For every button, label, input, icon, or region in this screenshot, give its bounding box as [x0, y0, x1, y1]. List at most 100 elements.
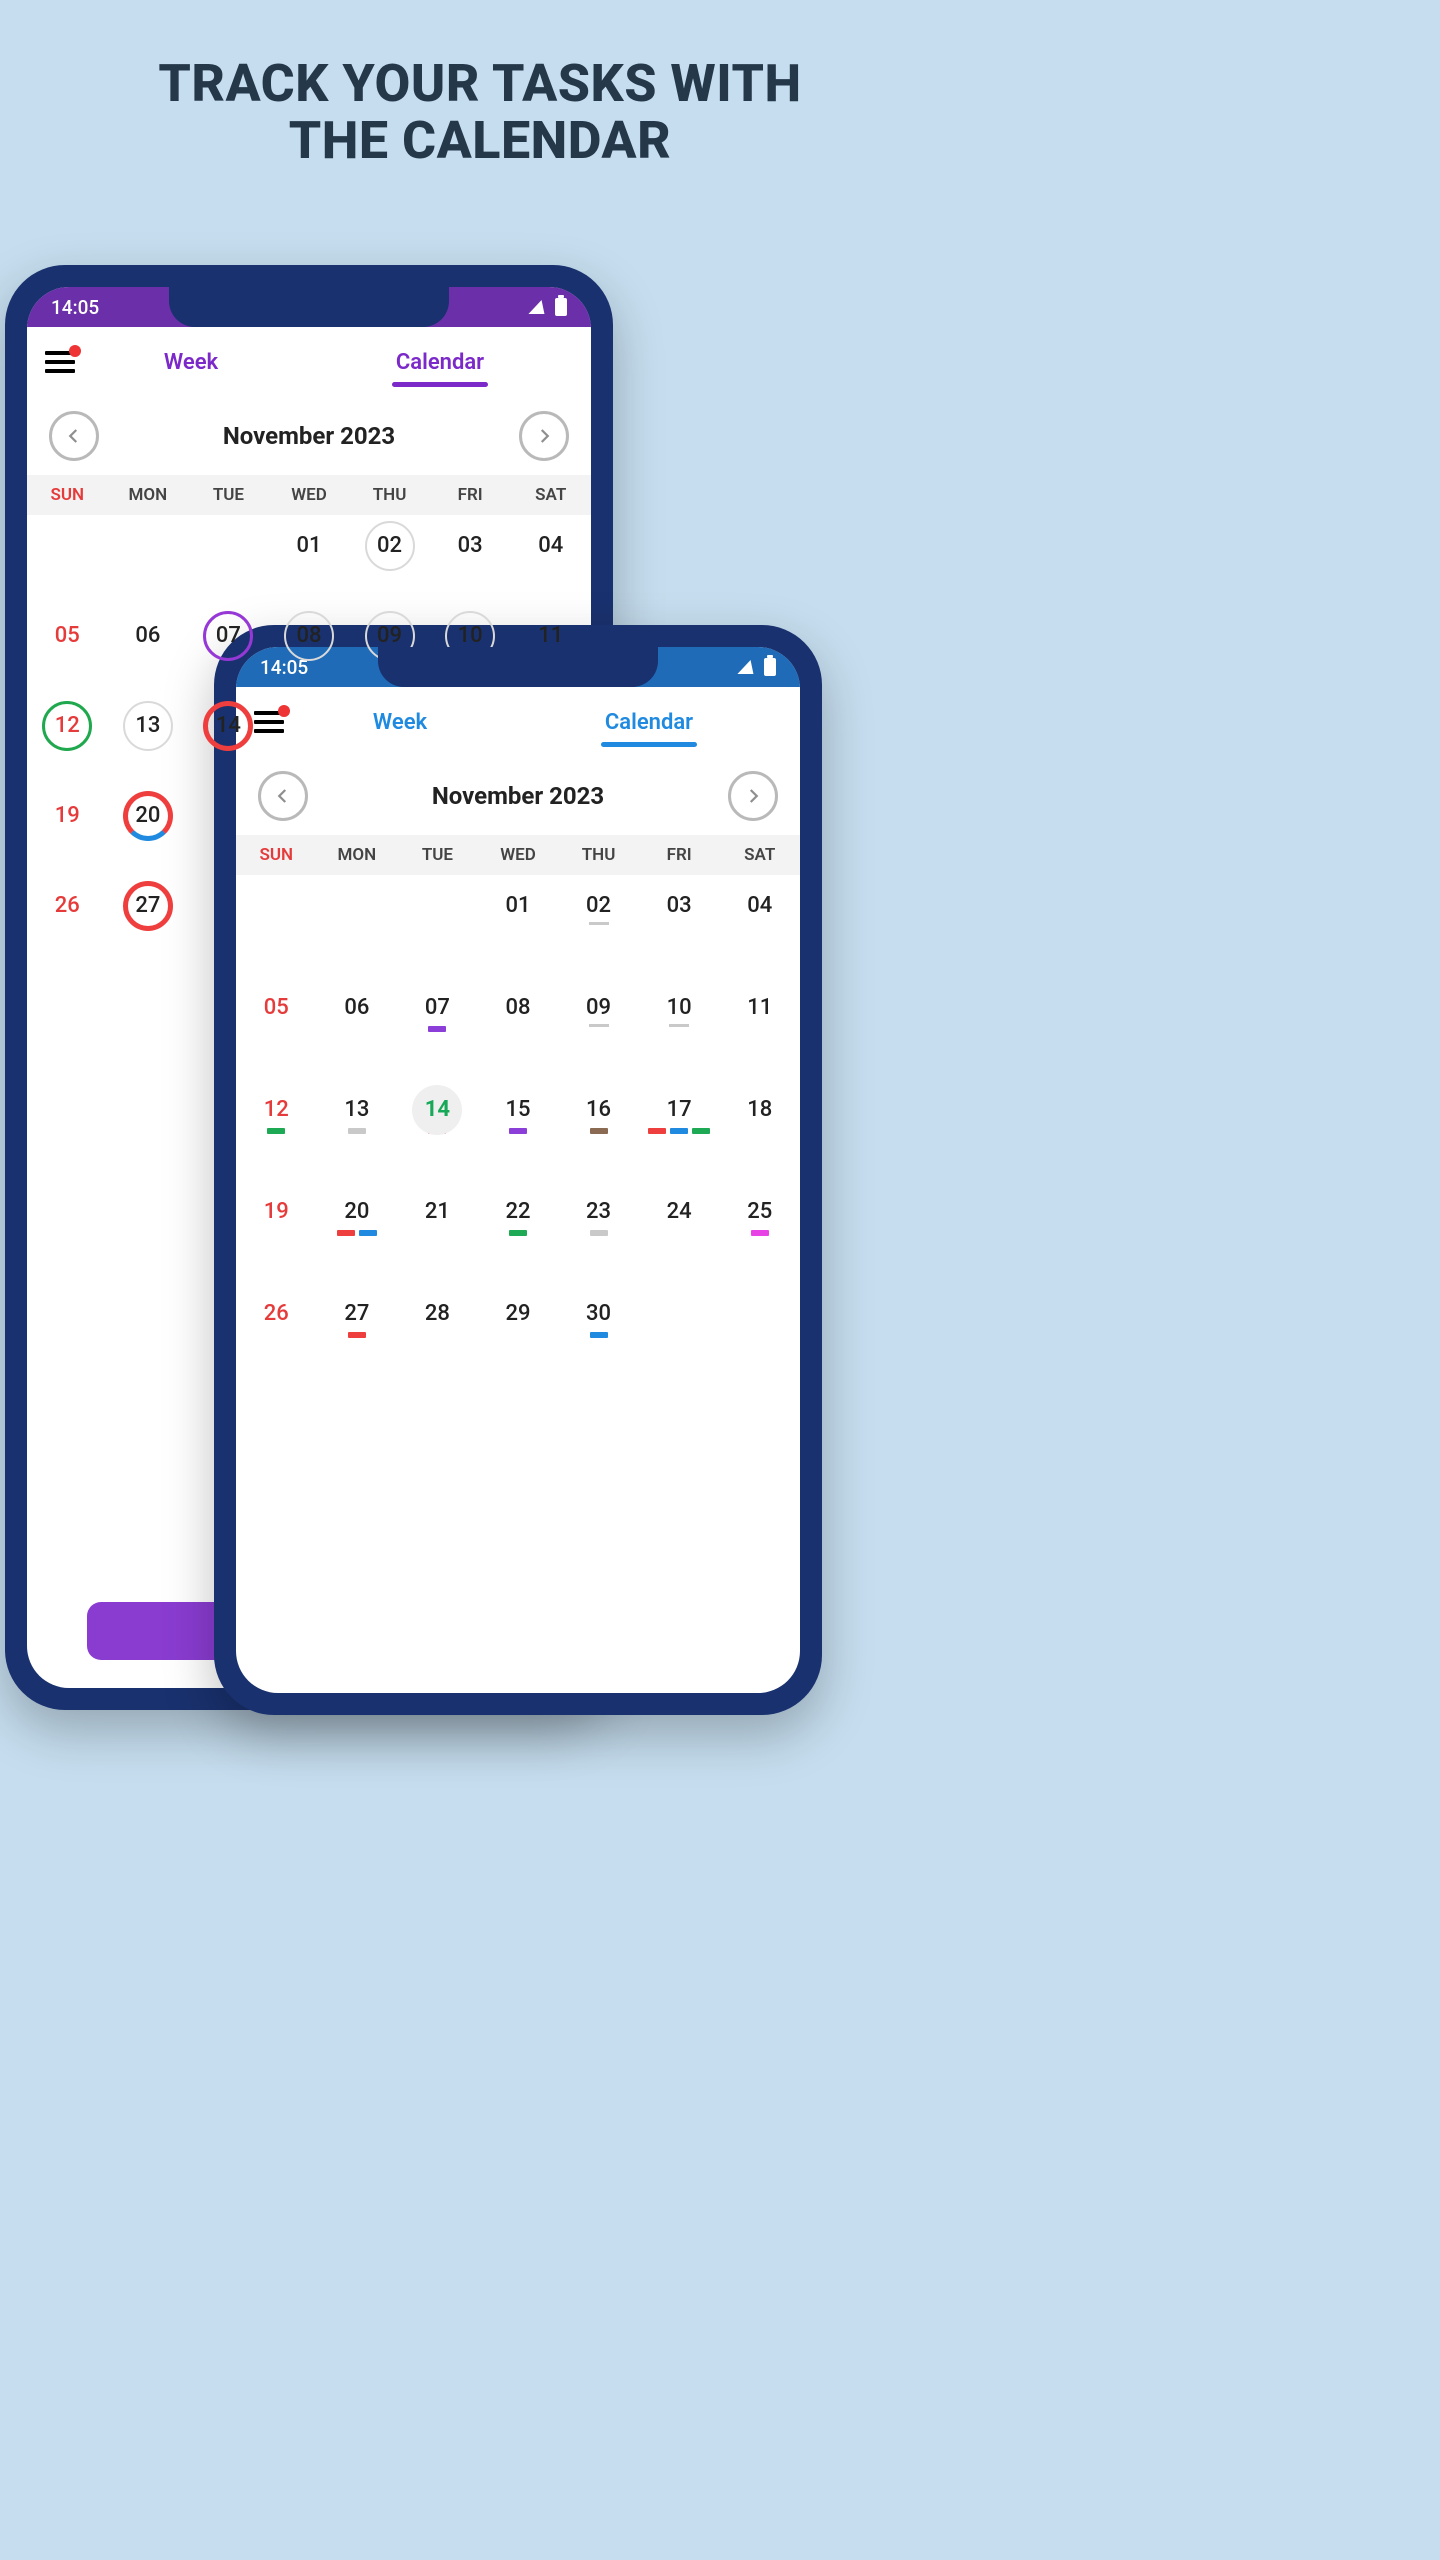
calendar-day[interactable]: 24 — [639, 1199, 720, 1261]
event-marker — [751, 1230, 769, 1236]
notch — [378, 647, 658, 687]
calendar-day[interactable]: 27 — [108, 893, 189, 955]
month-label: November 2023 — [432, 782, 604, 810]
day-number: 05 — [55, 623, 80, 648]
prev-month-button[interactable] — [49, 411, 99, 461]
calendar-day[interactable]: 19 — [27, 803, 108, 865]
calendar-day[interactable]: 05 — [27, 623, 108, 685]
calendar-day[interactable]: 20 — [317, 1199, 398, 1261]
prev-month-button[interactable] — [258, 771, 308, 821]
tab-calendar[interactable]: Calendar — [601, 704, 697, 741]
calendar-day[interactable]: 08 — [478, 995, 559, 1057]
calendar-empty — [719, 1301, 800, 1363]
calendar-day[interactable]: 25 — [719, 1199, 800, 1261]
weekday-label: THU — [349, 485, 430, 505]
event-marker — [337, 1230, 355, 1236]
day-number: 06 — [135, 623, 160, 648]
calendar-empty — [639, 1301, 720, 1363]
calendar-day[interactable]: 27 — [317, 1301, 398, 1363]
weekday-label: SAT — [719, 845, 800, 865]
day-number: 03 — [667, 893, 692, 918]
notification-dot-icon — [69, 345, 81, 357]
day-number: 08 — [296, 623, 321, 648]
day-number: 23 — [586, 1199, 611, 1224]
calendar-day[interactable]: 07 — [397, 995, 478, 1057]
calendar-day[interactable]: 21 — [397, 1199, 478, 1261]
promo-headline: TRACK YOUR TASKS WITH THE CALENDAR — [0, 0, 960, 169]
calendar-day[interactable]: 29 — [478, 1301, 559, 1363]
calendar-day[interactable]: 12 — [236, 1097, 317, 1159]
calendar-empty — [397, 893, 478, 955]
calendar-day[interactable]: 14 — [397, 1097, 478, 1159]
calendar-day[interactable]: 06 — [108, 623, 189, 685]
signal-icon — [737, 660, 758, 674]
event-markers — [428, 1026, 446, 1032]
calendar-day[interactable]: 22 — [478, 1199, 559, 1261]
calendar-day[interactable]: 06 — [317, 995, 398, 1057]
notch — [169, 287, 449, 327]
calendar-day[interactable]: 26 — [236, 1301, 317, 1363]
calendar-day[interactable]: 04 — [719, 893, 800, 955]
calendar-day[interactable]: 12 — [27, 713, 108, 775]
menu-button[interactable] — [45, 351, 75, 373]
battery-icon — [555, 298, 567, 316]
day-number: 01 — [505, 893, 530, 918]
day-underline — [589, 1024, 609, 1027]
calendar-day[interactable]: 13 — [108, 713, 189, 775]
calendar-day[interactable]: 18 — [719, 1097, 800, 1159]
calendar-day[interactable]: 19 — [236, 1199, 317, 1261]
calendar-empty — [27, 533, 108, 595]
event-markers — [590, 1128, 608, 1134]
next-month-button[interactable] — [519, 411, 569, 461]
tab-week[interactable]: Week — [369, 704, 431, 741]
day-underline — [669, 1024, 689, 1027]
calendar-day[interactable]: 20 — [108, 803, 189, 865]
calendar-day[interactable]: 16 — [558, 1097, 639, 1159]
calendar-day[interactable]: 01 — [478, 893, 559, 955]
tab-calendar[interactable]: Calendar — [392, 344, 488, 381]
calendar-day[interactable]: 01 — [269, 533, 350, 595]
calendar-day[interactable]: 02 — [558, 893, 639, 955]
tab-week[interactable]: Week — [160, 344, 222, 381]
weekday-label: SUN — [27, 485, 108, 505]
calendar-day[interactable]: 23 — [558, 1199, 639, 1261]
event-marker — [590, 1128, 608, 1134]
calendar-day[interactable]: 03 — [430, 533, 511, 595]
calendar-day[interactable]: 15 — [478, 1097, 559, 1159]
day-number: 16 — [586, 1097, 611, 1122]
calendar-day[interactable]: 04 — [510, 533, 591, 595]
calendar-day[interactable]: 26 — [27, 893, 108, 955]
calendar-day[interactable]: 11 — [719, 995, 800, 1057]
day-number: 03 — [458, 533, 483, 558]
weekday-label: TUE — [188, 485, 269, 505]
day-number: 27 — [344, 1301, 369, 1326]
status-time: 14:05 — [51, 296, 99, 319]
day-number: 09 — [586, 995, 611, 1020]
calendar-day[interactable]: 03 — [639, 893, 720, 955]
calendar-day[interactable]: 10 — [639, 995, 720, 1057]
calendar-day[interactable]: 17 — [639, 1097, 720, 1159]
calendar-day[interactable]: 09 — [558, 995, 639, 1057]
day-underline — [589, 922, 609, 925]
calendar-day[interactable]: 05 — [236, 995, 317, 1057]
calendar-day[interactable]: 02 — [349, 533, 430, 595]
day-number: 28 — [425, 1301, 450, 1326]
day-number: 15 — [505, 1097, 530, 1122]
day-number: 18 — [747, 1097, 772, 1122]
day-number: 12 — [55, 713, 80, 738]
event-marker — [509, 1230, 527, 1236]
calendar-day[interactable]: 28 — [397, 1301, 478, 1363]
event-markers — [509, 1128, 527, 1134]
calendar-day[interactable]: 30 — [558, 1301, 639, 1363]
weekday-label: WED — [478, 845, 559, 865]
notification-dot-icon — [278, 705, 290, 717]
next-month-button[interactable] — [728, 771, 778, 821]
calendar-day[interactable]: 13 — [317, 1097, 398, 1159]
day-number: 20 — [344, 1199, 369, 1224]
menu-button[interactable] — [254, 711, 284, 733]
weekday-label: FRI — [430, 485, 511, 505]
event-marker — [359, 1230, 377, 1236]
weekday-label: MON — [317, 845, 398, 865]
day-number: 10 — [458, 623, 483, 648]
day-number: 21 — [425, 1199, 450, 1224]
